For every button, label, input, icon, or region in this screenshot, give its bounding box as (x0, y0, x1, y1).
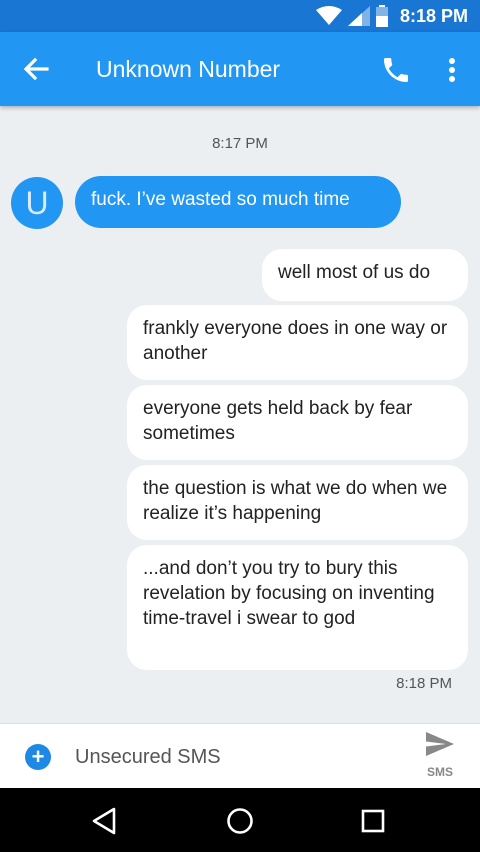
outgoing-message-bubble[interactable]: well most of us do (262, 249, 468, 301)
back-triangle-icon (92, 807, 116, 835)
call-button[interactable] (380, 54, 412, 86)
send-transport-label: SMS (426, 765, 453, 779)
phone-icon (384, 58, 408, 82)
message-list[interactable]: 8:17 PM U fuck. I’ve wasted so much time… (0, 106, 480, 723)
status-time: 8:18 PM (399, 6, 468, 26)
battery-icon (376, 5, 388, 27)
contact-avatar[interactable]: U (11, 177, 63, 229)
plus-icon: + (31, 744, 45, 769)
conversation-title: Unknown Number (96, 56, 281, 82)
incoming-message-bubble[interactable]: fuck. I’ve wasted so much time (75, 176, 401, 228)
home-circle-icon (227, 808, 253, 834)
message-timestamp: 8:17 PM (212, 135, 268, 152)
more-vert-icon (449, 58, 455, 82)
nav-recents-button[interactable] (356, 804, 390, 838)
outgoing-message-bubble[interactable]: ...and don’t you try to bury this revela… (127, 545, 468, 670)
send-button[interactable]: SMS (418, 730, 462, 784)
back-arrow-icon (23, 57, 49, 81)
outgoing-message-bubble[interactable]: frankly everyone does in one way or anot… (127, 305, 468, 380)
app-bar: Unknown Number (0, 32, 480, 106)
send-icon (426, 732, 454, 756)
status-bar: 8:18 PM (0, 0, 480, 32)
message-input[interactable] (75, 742, 375, 772)
compose-bar: + SMS (0, 723, 480, 788)
status-icons (316, 4, 388, 28)
outgoing-message-bubble[interactable]: everyone gets held back by fear sometime… (127, 385, 468, 460)
nav-home-button[interactable] (223, 804, 257, 838)
back-button[interactable] (20, 53, 52, 85)
signal-icon (348, 6, 370, 26)
outgoing-message-bubble[interactable]: the question is what we do when we reali… (127, 465, 468, 540)
more-options-button[interactable] (438, 54, 466, 86)
message-timestamp: 8:18 PM (396, 675, 452, 692)
nav-back-button[interactable] (88, 804, 122, 838)
navigation-bar (0, 788, 480, 852)
recents-square-icon (361, 809, 385, 833)
wifi-icon (316, 6, 342, 25)
add-attachment-button[interactable]: + (25, 744, 51, 770)
